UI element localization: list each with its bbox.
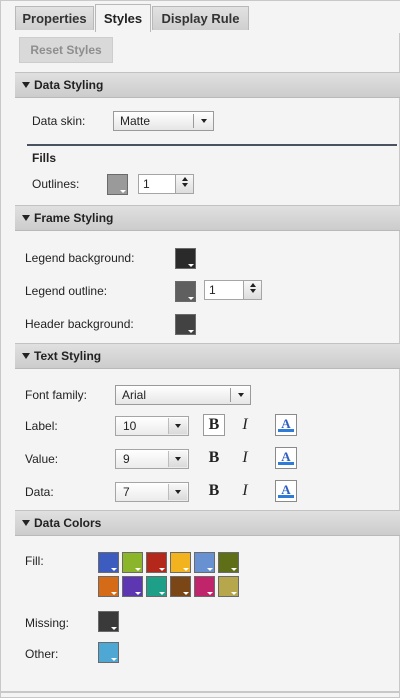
fill-color-swatch[interactable] [194,552,215,573]
data-skin-label: Data skin: [32,114,86,128]
chevron-down-icon [230,388,250,402]
tab-bar: Properties Styles Display Rule [1,1,400,33]
collapse-triangle-icon [22,353,30,359]
legend-outline-color-picker[interactable] [175,281,196,302]
reset-styles-button[interactable]: Reset Styles [19,37,113,63]
font-family-value: Arial [122,388,147,402]
section-title: Data Colors [34,516,102,530]
legend-background-label: Legend background: [25,251,135,265]
legend-outline-width-stepper[interactable]: 1 [204,280,262,300]
fill-color-swatch[interactable] [146,576,167,597]
fill-color-swatch[interactable] [218,552,239,573]
font-family-select[interactable]: Arial [115,385,251,405]
data-font-size-select[interactable]: 7 [115,482,189,502]
outlines-width-value: 1 [143,177,150,191]
section-title: Text Styling [34,349,102,363]
other-label: Other: [25,647,59,661]
header-background-label: Header background: [25,317,134,331]
divider [27,144,397,146]
data-font-size-value: 7 [123,485,130,499]
value-bold-button[interactable]: B [203,447,225,469]
label-italic-button[interactable]: I [237,414,253,436]
data-bold-button[interactable]: B [203,480,225,502]
value-italic-button[interactable]: I [237,447,253,469]
collapse-triangle-icon [22,82,30,88]
label-font-size-value: 10 [123,419,137,433]
collapse-triangle-icon [22,215,30,221]
section-header-text-styling[interactable]: Text Styling [15,343,400,369]
tab-styles[interactable]: Styles [95,4,151,32]
chevron-down-icon [168,418,187,434]
missing-label: Missing: [25,616,70,630]
fill-color-swatch[interactable] [146,552,167,573]
value-font-size-select[interactable]: 9 [115,449,189,469]
font-family-label: Font family: [25,388,88,402]
collapse-triangle-icon [22,520,30,526]
fill-color-swatch[interactable] [98,576,119,597]
fills-label: Fills [32,151,57,165]
fill-color-swatch[interactable] [194,576,215,597]
data-size-label: Data: [25,485,54,499]
fill-label: Fill: [25,554,44,568]
section-header-data-styling[interactable]: Data Styling [15,72,400,98]
fill-color-swatch[interactable] [170,576,191,597]
tab-properties[interactable]: Properties [15,6,94,30]
legend-outline-width-value: 1 [209,283,216,297]
value-text-color-button[interactable]: A [275,447,297,469]
divider [1,691,400,693]
outlines-color-picker[interactable] [107,174,128,195]
styles-panel: Properties Styles Display Rule Reset Sty… [0,0,400,698]
fill-color-swatch[interactable] [122,576,143,597]
fill-color-swatch[interactable] [218,576,239,597]
stepper-arrows-icon[interactable] [175,175,193,193]
section-title: Data Styling [34,78,104,92]
tab-display-rule[interactable]: Display Rule [152,6,249,30]
legend-outline-label: Legend outline: [25,284,108,298]
data-italic-button[interactable]: I [237,480,253,502]
fill-color-swatch[interactable] [122,552,143,573]
legend-background-color-picker[interactable] [175,248,196,269]
data-skin-select[interactable]: Matte [113,111,214,131]
header-background-color-picker[interactable] [175,314,196,335]
value-font-size-value: 9 [123,452,130,466]
outlines-label: Outlines: [32,177,80,191]
missing-color-picker[interactable] [98,611,119,632]
label-font-size-select[interactable]: 10 [115,416,189,436]
value-size-label: Value: [25,452,59,466]
section-header-frame-styling[interactable]: Frame Styling [15,205,400,231]
label-size-label: Label: [25,419,58,433]
other-color-picker[interactable] [98,642,119,663]
chevron-down-icon [193,114,213,128]
label-bold-button[interactable]: B [203,414,225,436]
chevron-down-icon [168,484,187,500]
fill-color-swatch[interactable] [170,552,191,573]
chevron-down-icon [168,451,187,467]
stepper-arrows-icon[interactable] [243,281,261,299]
fill-color-swatch[interactable] [98,552,119,573]
label-text-color-button[interactable]: A [275,414,297,436]
section-header-data-colors[interactable]: Data Colors [15,510,400,536]
outlines-width-stepper[interactable]: 1 [138,174,194,194]
data-text-color-button[interactable]: A [275,480,297,502]
section-title: Frame Styling [34,211,114,225]
data-skin-value: Matte [120,114,151,128]
